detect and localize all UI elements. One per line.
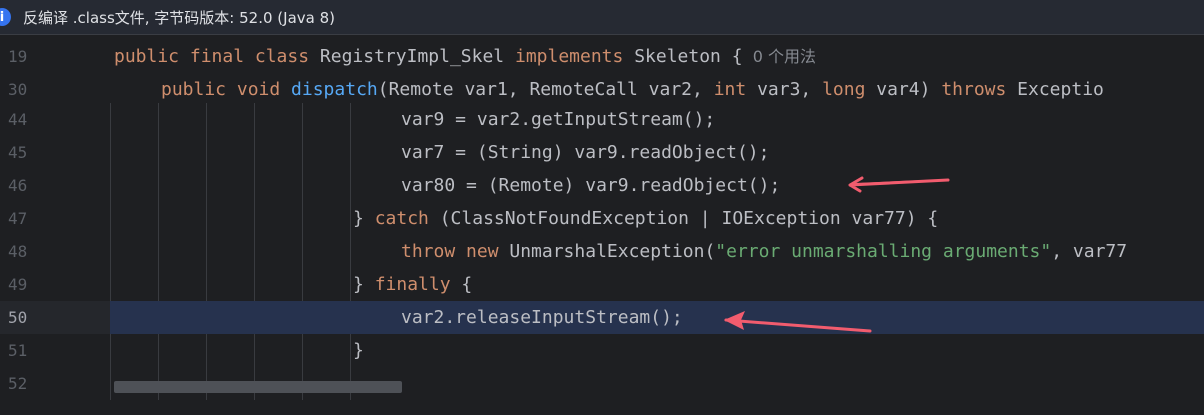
line-number: 44 (8, 110, 28, 129)
code-text: } catch (ClassNotFoundException | IOExce… (353, 202, 938, 235)
code-token: , var77 (1051, 241, 1128, 262)
line-number: 45 (8, 143, 28, 162)
code-token: var2.releaseInputStream(); (401, 307, 683, 328)
code-token: (Remote var1, RemoteCall var2, (377, 79, 714, 100)
line-number: 47 (8, 209, 28, 228)
code-token: UnmarshalException( (509, 241, 716, 262)
string-literal-token: "error unmarshalling arguments" (715, 241, 1052, 262)
usages-inlay-hint[interactable]: 0 个用法 (743, 47, 816, 66)
info-icon: i (0, 8, 11, 26)
horizontal-scrollbar-thumb[interactable] (114, 381, 402, 393)
keyword-token: public void (161, 79, 292, 100)
keyword-token: finally (374, 274, 462, 295)
code-text: var2.releaseInputStream(); (401, 301, 683, 334)
code-token: Skeleton { (634, 46, 743, 67)
line-number: 52 (8, 374, 28, 393)
keyword-token: catch (374, 208, 440, 229)
keyword-token: implements (514, 46, 635, 67)
code-text: var80 = (Remote) var9.readObject(); (401, 169, 780, 202)
keyword-token: throw new (401, 241, 510, 262)
code-line-45[interactable]: 45 var7 = (String) var9.readObject(); (0, 136, 1204, 169)
code-token: } (353, 340, 364, 361)
keyword-token: long (822, 79, 877, 100)
code-line-48[interactable]: 48 throw new UnmarshalException("error un… (0, 235, 1204, 268)
code-token: RegistryImpl_Skel (319, 46, 515, 67)
method-name-token: dispatch (291, 79, 378, 100)
code-text: } finally { (353, 268, 472, 301)
decompiled-notice-banner: i 反编译 .class文件, 字节码版本: 52.0 (Java 8) (0, 0, 1204, 35)
code-line-51[interactable]: 51} (0, 334, 1204, 367)
code-text: var7 = (String) var9.readObject(); (401, 136, 769, 169)
code-text: public final class RegistryImpl_Skel imp… (114, 40, 816, 73)
code-line-30[interactable]: 30 public void dispatch(Remote var1, Remo… (0, 73, 1204, 106)
code-line-47[interactable]: 47} catch (ClassNotFoundException | IOEx… (0, 202, 1204, 235)
line-number: 50 (8, 308, 28, 327)
keyword-token: public final class (114, 46, 320, 67)
code-editor[interactable]: 19 public final class RegistryImpl_Skel i… (0, 36, 1204, 415)
code-token: var9 = var2.getInputStream(); (401, 109, 716, 130)
keyword-token: throws (941, 79, 1018, 100)
code-line-49[interactable]: 49} finally { (0, 268, 1204, 301)
code-token: var7 = (String) var9.readObject(); (401, 142, 770, 163)
code-token: var4) (876, 79, 942, 100)
keyword-token: int (713, 79, 758, 100)
code-token: } (353, 208, 375, 229)
line-number: 30 (8, 80, 28, 99)
code-token: var3, (757, 79, 823, 100)
code-text: } (353, 334, 364, 367)
code-token: Exceptio (1017, 79, 1104, 100)
code-line-46[interactable]: 46 var80 = (Remote) var9.readObject(); (0, 169, 1204, 202)
line-number: 51 (8, 341, 28, 360)
code-token: { (461, 274, 473, 295)
decompiled-notice-text: 反编译 .class文件, 字节码版本: 52.0 (Java 8) (23, 8, 335, 27)
line-number: 49 (8, 275, 28, 294)
code-token: var80 = (Remote) var9.readObject(); (401, 175, 781, 196)
line-number: 46 (8, 176, 28, 195)
code-line-50[interactable]: 50 var2.releaseInputStream(); (0, 301, 1204, 334)
code-text: public void dispatch(Remote var1, Remote… (161, 73, 1104, 106)
line-number: 19 (8, 47, 28, 66)
code-token: } (353, 274, 375, 295)
line-number: 48 (8, 242, 28, 261)
code-token: (ClassNotFoundException | IOException va… (439, 208, 939, 229)
code-line-19[interactable]: 19 public final class RegistryImpl_Skel i… (0, 40, 1204, 73)
code-line-44[interactable]: 44 var9 = var2.getInputStream(); (0, 103, 1204, 136)
code-text: throw new UnmarshalException("error unma… (401, 235, 1127, 268)
code-text: var9 = var2.getInputStream(); (401, 103, 715, 136)
